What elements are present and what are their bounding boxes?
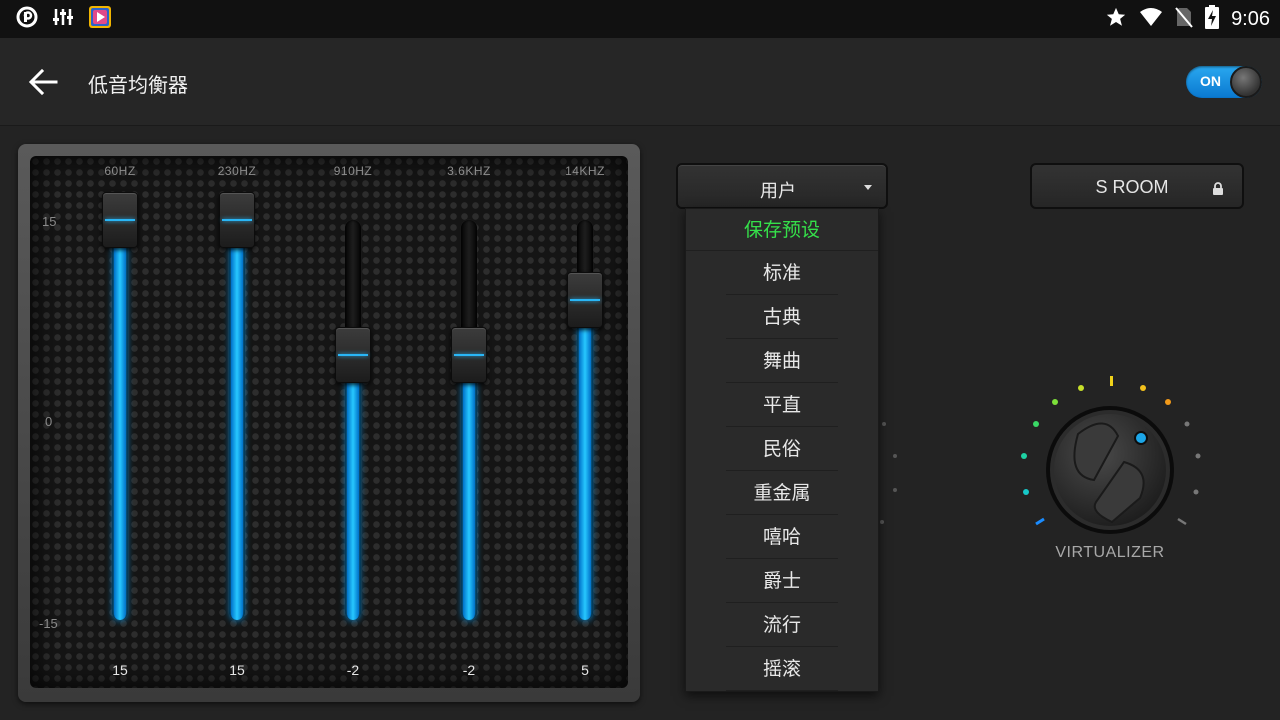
band-value-label: -2 (346, 662, 360, 678)
scale-middle: 0 (45, 414, 53, 429)
star-icon (1105, 6, 1127, 32)
equalizer-screen: 9:06 低音均衡器 ON 15 0 -15 60HZ 15 230HZ 15 910H… (0, 0, 1280, 720)
virtualizer-label: VIRTUALIZER (1055, 544, 1165, 561)
no-sim-icon (1175, 6, 1193, 32)
toggle-knob (1230, 66, 1262, 98)
preset-menu-item[interactable]: 爵士 (686, 559, 878, 603)
band-frequency-label: 14KHZ (565, 164, 605, 178)
band-level-fill (231, 220, 243, 620)
scale-bottom: -15 (39, 616, 58, 631)
band-slider-handle[interactable] (451, 327, 487, 383)
preset-menu-item[interactable]: 流行 (686, 603, 878, 647)
band-value-label: -2 (462, 662, 476, 678)
band-slider-handle[interactable] (102, 192, 138, 248)
knob-dot (893, 454, 897, 458)
band-level-fill (347, 355, 359, 620)
power-toggle[interactable]: ON (1186, 66, 1262, 98)
eq-band: 910HZ -2 (323, 156, 383, 688)
band-frequency-label: 230HZ (217, 164, 257, 178)
band-frequency-label: 60HZ (104, 164, 136, 178)
app-bar: 低音均衡器 ON (0, 38, 1280, 126)
band-value-label: 5 (581, 662, 589, 678)
media-app-icon (88, 5, 112, 33)
status-bar-left (0, 5, 112, 33)
equalizer-frame: 15 0 -15 60HZ 15 230HZ 15 910HZ -2 3.6KHZ -2 14K… (18, 144, 640, 702)
save-preset-item[interactable]: 保存预设 (686, 209, 878, 251)
preset-menu-item[interactable]: 平直 (686, 383, 878, 427)
band-level-fill (114, 220, 126, 620)
page-title: 低音均衡器 (88, 73, 188, 97)
room-label: S ROOM (1095, 177, 1169, 197)
equalizer-panel: 15 0 -15 60HZ 15 230HZ 15 910HZ -2 3.6KHZ -2 14K… (30, 156, 628, 688)
preset-selected-label: 用户 (760, 181, 796, 202)
battery-charging-icon (1205, 5, 1220, 33)
band-value-label: 15 (112, 662, 128, 678)
eq-band: 14KHZ 5 (555, 156, 615, 688)
main-content: 15 0 -15 60HZ 15 230HZ 15 910HZ -2 3.6KHZ -2 14K… (0, 126, 1280, 720)
preset-menu-item[interactable]: 摇滚 (686, 647, 878, 691)
toggle-label: ON (1200, 73, 1221, 89)
status-bar-right: 9:06 (1105, 0, 1270, 38)
virtualizer-knob[interactable] (1010, 370, 1210, 570)
preset-menu-item[interactable]: 标准 (686, 251, 878, 295)
scale-top: 15 (42, 214, 57, 229)
band-slider-handle[interactable] (567, 272, 603, 328)
preset-menu-item[interactable]: 古典 (686, 295, 878, 339)
band-slider-handle[interactable] (219, 192, 255, 248)
preset-menu: 保存预设 标准 古典 舞曲 平直 民俗 重金属 嘻哈 爵士 流行 摇滚 (685, 208, 879, 692)
eq-band: 60HZ 15 (90, 156, 150, 688)
knob-dot (893, 488, 897, 492)
knob-dot (882, 422, 886, 426)
wifi-icon (1139, 7, 1163, 31)
eq-band: 3.6KHZ -2 (439, 156, 499, 688)
app-notification-icon (16, 6, 38, 32)
band-frequency-label: 910HZ (333, 164, 373, 178)
band-frequency-label: 3.6KHZ (447, 164, 491, 178)
band-level-fill (579, 300, 591, 620)
preset-menu-item[interactable]: 民俗 (686, 427, 878, 471)
band-level-fill (463, 355, 475, 620)
arrow-left-icon (28, 68, 58, 96)
band-slider-handle[interactable] (335, 327, 371, 383)
equalizer-icon (52, 6, 74, 32)
back-button[interactable] (28, 68, 60, 96)
preset-dropdown[interactable]: 用户 (676, 163, 888, 209)
status-bar: 9:06 (0, 0, 1280, 38)
knob-dot (880, 520, 884, 524)
preset-menu-item[interactable]: 嘻哈 (686, 515, 878, 559)
room-selector[interactable]: S ROOM (1030, 163, 1244, 209)
eq-band: 230HZ 15 (207, 156, 267, 688)
chevron-down-icon (864, 185, 872, 190)
preset-menu-item[interactable]: 重金属 (686, 471, 878, 515)
lock-icon (1212, 181, 1224, 200)
preset-menu-item[interactable]: 舞曲 (686, 339, 878, 383)
band-value-label: 15 (229, 662, 245, 678)
status-time: 9:06 (1231, 7, 1270, 30)
